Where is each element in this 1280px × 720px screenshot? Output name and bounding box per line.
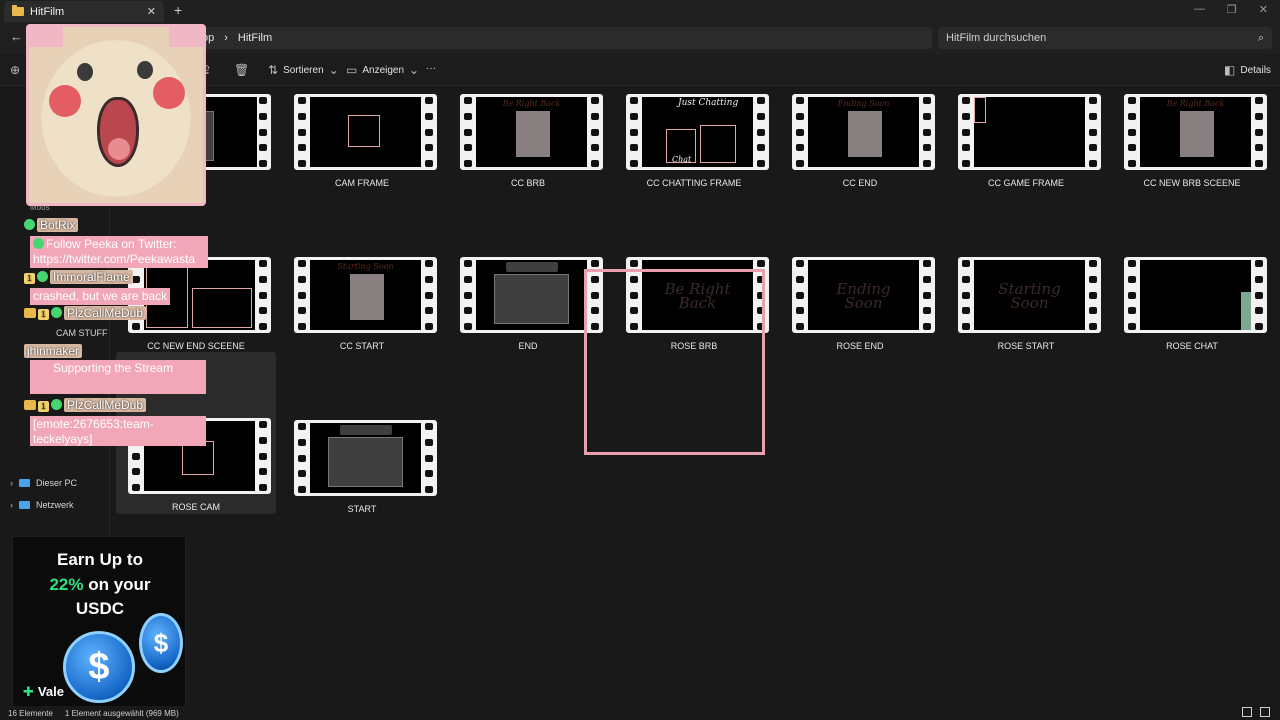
chat-message: Supporting the Stream bbox=[30, 360, 206, 394]
folder-icon bbox=[12, 5, 24, 16]
file-tile[interactable]: Starting Soon ROSE START bbox=[946, 255, 1106, 417]
chevron-right-icon[interactable]: › bbox=[10, 478, 13, 488]
cheek-shape bbox=[49, 85, 81, 117]
delete-icon[interactable]: 🗑 bbox=[234, 63, 249, 77]
file-tile[interactable]: Ending Soon CC END bbox=[780, 92, 940, 254]
file-tile[interactable]: Ending Soon ROSE END bbox=[780, 255, 940, 417]
sidebar-item-cam-stuff[interactable]: CAM STUFF bbox=[56, 328, 108, 338]
network-icon bbox=[19, 501, 30, 509]
file-tile[interactable]: Just Chatting Chat CC CHATTING FRAME bbox=[614, 92, 774, 254]
ad-brand: ✚ Vale bbox=[23, 684, 64, 699]
file-tile[interactable]: CAM FRAME bbox=[282, 92, 442, 254]
view-button[interactable]: ▭ Anzeigen ⌄ bbox=[346, 63, 419, 77]
file-tile[interactable]: Be Right Back CC BRB bbox=[448, 92, 608, 254]
file-name: ROSE CHAT bbox=[1166, 341, 1218, 351]
file-name: CC START bbox=[339, 341, 385, 351]
details-pane-icon: ◧ bbox=[1224, 63, 1236, 77]
chat-message: crashed, but we are back bbox=[30, 288, 171, 305]
file-name: CAM FRAME bbox=[335, 178, 389, 188]
mouth-shape bbox=[97, 97, 139, 167]
view-icon: ▭ bbox=[346, 63, 358, 77]
chevron-down-icon: ⌄ bbox=[328, 63, 339, 77]
breadcrumb-separator: › bbox=[224, 32, 228, 44]
sort-icon: ⇅ bbox=[268, 63, 279, 77]
file-tile[interactable]: ROSE CHAT bbox=[1112, 255, 1272, 417]
file-name: CC END bbox=[842, 178, 878, 188]
close-tab-icon[interactable]: ✕ bbox=[147, 5, 156, 18]
sidebar-item-dieser-pc[interactable]: › Dieser PC bbox=[10, 478, 77, 488]
file-name: ROSE START bbox=[997, 341, 1055, 351]
file-name: START bbox=[347, 504, 377, 514]
back-arrow-icon[interactable]: ← bbox=[10, 29, 23, 44]
file-tile[interactable]: START bbox=[282, 418, 442, 580]
cheek-shape bbox=[153, 77, 185, 109]
eye-shape bbox=[137, 61, 153, 79]
file-name: CC GAME FRAME bbox=[987, 178, 1064, 188]
drag-selection-rectangle bbox=[584, 269, 765, 455]
selection-info: 1 Element ausgewählt (969 MB) bbox=[64, 708, 179, 718]
chat-message: Follow Peeka on Twitter: https://twitter… bbox=[30, 236, 208, 268]
ear-shape bbox=[169, 27, 203, 47]
chat-username: BotRix bbox=[24, 218, 79, 232]
usdc-coin-icon: $ bbox=[139, 613, 183, 673]
title-bar: HitFilm ✕ + — ❐ ✕ bbox=[0, 0, 1280, 22]
usdc-coin-icon: $ bbox=[63, 631, 135, 703]
status-bar: 16 Elemente 1 Element ausgewählt (969 MB… bbox=[0, 706, 1280, 720]
file-tile[interactable]: Starting Soon CC START bbox=[282, 255, 442, 417]
file-name: CC NEW END SCEENE bbox=[147, 341, 245, 351]
details-view-icon[interactable] bbox=[1242, 707, 1252, 717]
chat-username: 1 ImmoralFlame bbox=[24, 270, 133, 284]
address-bar[interactable]: op › HitFilm bbox=[196, 27, 932, 49]
chat-username: 1 PlzCallMeDub bbox=[24, 398, 147, 412]
more-options-button[interactable]: ··· bbox=[426, 63, 436, 74]
file-name: CC NEW BRB SCEENE bbox=[1143, 178, 1241, 188]
file-name: ROSE CAM bbox=[171, 502, 220, 512]
chat-username: 1 PlzCallMeDub bbox=[24, 306, 147, 320]
search-input[interactable]: HitFilm durchsuchen ⌕ bbox=[938, 27, 1272, 49]
chevron-right-icon[interactable]: › bbox=[10, 500, 13, 510]
file-tile[interactable]: CC GAME FRAME bbox=[946, 92, 1106, 254]
search-placeholder: HitFilm durchsuchen bbox=[946, 32, 1047, 44]
file-name: CC CHATTING FRAME bbox=[646, 178, 742, 188]
eye-shape bbox=[77, 63, 93, 81]
ear-shape bbox=[29, 27, 63, 47]
details-button[interactable]: ◧ Details bbox=[1224, 63, 1271, 77]
sidebar-item-netzwerk[interactable]: › Netzwerk bbox=[10, 500, 74, 510]
pc-icon bbox=[19, 479, 30, 487]
tab-hitfilm[interactable]: HitFilm ✕ bbox=[4, 1, 164, 22]
advertisement[interactable]: Earn Up to 22% on your USDC $ $ ✚ Vale bbox=[12, 536, 186, 708]
breadcrumb-current[interactable]: HitFilm bbox=[238, 32, 272, 44]
maximize-button[interactable]: ❐ bbox=[1227, 3, 1237, 16]
chat-message: [emote:2676653:team- teckelyays] bbox=[30, 416, 206, 446]
file-tile[interactable]: Be Right Back CC NEW BRB SCEENE bbox=[1112, 92, 1272, 254]
chat-username: jhinmaker bbox=[24, 344, 83, 358]
item-count: 16 Elemente bbox=[8, 708, 53, 718]
chevron-down-icon: ⌄ bbox=[409, 63, 420, 77]
file-name: CC BRB bbox=[510, 178, 545, 188]
stream-cam-overlay bbox=[26, 24, 206, 206]
minimize-button[interactable]: — bbox=[1194, 3, 1205, 16]
close-window-button[interactable]: ✕ bbox=[1259, 3, 1268, 16]
search-icon[interactable]: ⌕ bbox=[1258, 32, 1264, 45]
sort-button[interactable]: ⇅ Sortieren ⌄ bbox=[268, 63, 339, 77]
new-icon[interactable]: ⊕ bbox=[10, 63, 20, 77]
file-name: ROSE END bbox=[836, 341, 884, 351]
new-tab-button[interactable]: + bbox=[174, 2, 182, 18]
tab-title: HitFilm bbox=[30, 5, 65, 18]
tiles-view-icon[interactable] bbox=[1260, 707, 1270, 717]
